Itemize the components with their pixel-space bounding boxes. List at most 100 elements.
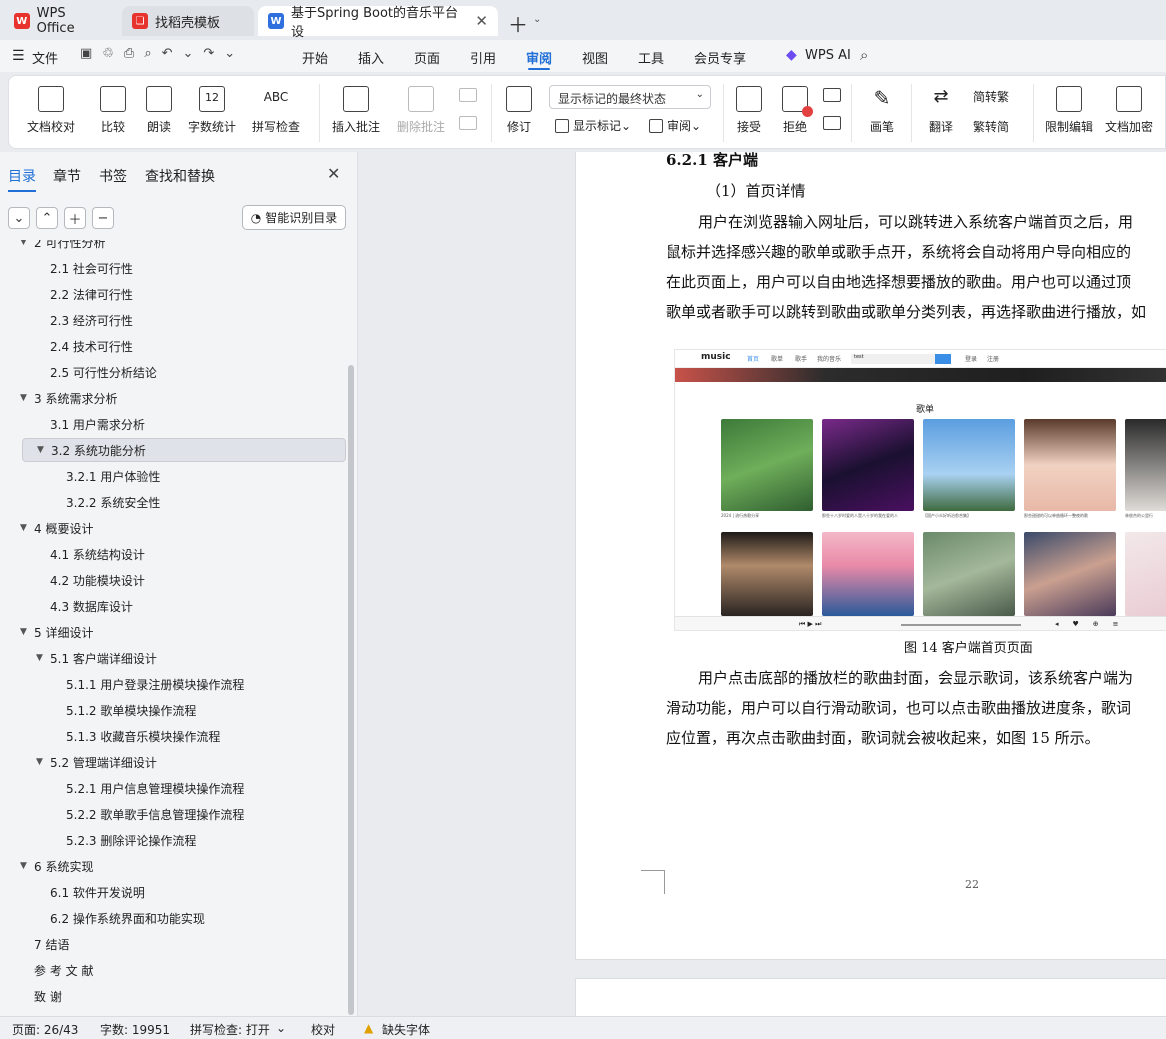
toc-item[interactable]: ▼ 5.1 客户端详细设计 xyxy=(22,646,346,670)
expand-down-button[interactable]: ⌄ xyxy=(8,207,30,229)
toc-item[interactable]: 致 谢 xyxy=(22,984,346,1008)
accept-button[interactable]: 接受 xyxy=(731,76,767,148)
toc-item[interactable]: ▼ 2 可行性分析 xyxy=(20,240,346,254)
toc-item[interactable]: ▼ 5 详细设计 xyxy=(20,620,346,644)
toc-item[interactable]: 2.5 可行性分析结论 xyxy=(22,360,346,384)
toc-item[interactable]: ▼ 4 概要设计 xyxy=(20,516,346,540)
menu-tools[interactable]: 工具 xyxy=(638,48,664,67)
spell-check-button[interactable]: ABC 拼写检查 xyxy=(247,76,305,148)
tab-wps-office[interactable]: W WPS Office xyxy=(4,6,116,36)
tab-list-chevron-icon[interactable]: ⌄ xyxy=(533,14,541,25)
insert-comment-button[interactable]: 插入批注 xyxy=(331,76,381,148)
collapse-up-button[interactable]: ⌃ xyxy=(36,207,58,229)
doc-check-button[interactable]: 文档校对 xyxy=(25,76,77,148)
toc-item[interactable]: 5.1.3 收藏音乐模块操作流程 xyxy=(22,724,346,748)
toc-item[interactable]: 5.2.2 歌单歌手信息管理操作流程 xyxy=(22,802,346,826)
add-heading-button[interactable]: ＋ xyxy=(64,207,86,229)
menu-member[interactable]: 会员专享 xyxy=(694,48,746,67)
restrict-edit-button[interactable]: 限制编辑 xyxy=(1043,76,1095,148)
expand-toggle-icon[interactable]: ▼ xyxy=(20,861,27,871)
to-simplified-button[interactable]: 繁转简 xyxy=(973,118,1009,135)
menu-view[interactable]: 视图 xyxy=(582,48,608,67)
show-markup-button[interactable]: 显示标记 ⌄ xyxy=(555,117,631,134)
menu-page[interactable]: 页面 xyxy=(414,48,440,67)
nav-tab-bookmarks[interactable]: 书签 xyxy=(99,166,127,186)
next-revision-icon[interactable] xyxy=(823,116,841,130)
menu-home[interactable]: 开始 xyxy=(302,48,328,67)
tab-templates[interactable]: ❏ 找稻壳模板 xyxy=(122,6,254,36)
remove-heading-button[interactable]: − xyxy=(92,207,114,229)
expand-toggle-icon[interactable]: ▼ xyxy=(20,393,27,403)
quick-access-icons[interactable]: ▣♲⎙⌕↶⌄↷⌄ xyxy=(80,46,245,61)
prev-comment-icon[interactable] xyxy=(459,88,477,102)
menu-reference[interactable]: 引用 xyxy=(470,48,496,67)
hamburger-icon[interactable]: ☰ xyxy=(12,48,25,64)
toc-item[interactable]: 6.1 软件开发说明 xyxy=(22,880,346,904)
toc-scrollbar[interactable] xyxy=(348,365,354,1015)
toc-item[interactable]: 5.2.3 删除评论操作流程 xyxy=(22,828,346,852)
toc-item[interactable]: 2.3 经济可行性 xyxy=(22,308,346,332)
review-pane-button[interactable]: 审阅 ⌄ xyxy=(649,117,701,134)
toc-item[interactable]: 2.2 法律可行性 xyxy=(22,282,346,306)
toc-item[interactable]: 3.2.1 用户体验性 xyxy=(22,464,346,488)
expand-toggle-icon[interactable]: ▼ xyxy=(36,653,43,663)
toc-item[interactable]: 4.1 系统结构设计 xyxy=(22,542,346,566)
menu-insert[interactable]: 插入 xyxy=(358,48,384,67)
prev-revision-icon[interactable] xyxy=(823,88,841,102)
pen-button[interactable]: ✎ 画笔 xyxy=(865,76,899,148)
toc-item[interactable]: ▼ 3.2 系统功能分析 xyxy=(22,438,346,462)
toc-item[interactable]: 3.2.2 系统安全性 xyxy=(22,490,346,514)
toc-item[interactable]: 2.1 社会可行性 xyxy=(22,256,346,280)
expand-toggle-icon[interactable]: ▼ xyxy=(20,523,27,533)
toc-item[interactable]: 6.2 操作系统界面和功能实现 xyxy=(22,906,346,930)
smart-toc-button[interactable]: ◔ 智能识别目录 xyxy=(242,205,346,230)
toc-item[interactable]: 参 考 文 献 xyxy=(22,958,346,982)
translate-button[interactable]: ⇄ 翻译 xyxy=(921,76,961,148)
word-count-status[interactable]: 字数: 19951 xyxy=(100,1021,170,1038)
chevron-down-icon[interactable]: ⌄ xyxy=(276,1021,286,1035)
toc-item[interactable]: ▼ 6 系统实现 xyxy=(20,854,346,878)
expand-toggle-icon[interactable]: ▼ xyxy=(36,757,43,767)
next-comment-icon[interactable] xyxy=(459,116,477,130)
markup-state-select[interactable]: 显示标记的最终状态 ⌄ xyxy=(549,85,711,109)
tab-document[interactable]: W 基于Spring Boot的音乐平台设 ✕ xyxy=(258,6,498,40)
compare-button[interactable]: 比较 xyxy=(91,76,135,148)
reject-button[interactable]: 拒绝 xyxy=(777,76,813,148)
missing-font-status[interactable]: 缺失字体 xyxy=(382,1021,430,1038)
toc-item[interactable]: 5.2.1 用户信息管理模块操作流程 xyxy=(22,776,346,800)
toc-item[interactable]: ▼ 3 系统需求分析 xyxy=(20,386,346,410)
close-panel-icon[interactable]: ✕ xyxy=(327,164,340,183)
menu-wps-ai[interactable]: WPS AI xyxy=(805,48,851,63)
toc-item[interactable]: 4.2 功能模块设计 xyxy=(22,568,346,592)
nav-tab-chapters[interactable]: 章节 xyxy=(53,166,81,186)
toc-item[interactable]: 3.1 用户需求分析 xyxy=(22,412,346,436)
toc-item[interactable]: 5.1.2 歌单模块操作流程 xyxy=(22,698,346,722)
menu-file[interactable]: 文件 xyxy=(32,48,58,67)
page-indicator[interactable]: 页面: 26/43 xyxy=(12,1021,78,1038)
word-count-button[interactable]: 12 字数统计 xyxy=(187,76,237,148)
toc-item[interactable]: 2.4 技术可行性 xyxy=(22,334,346,358)
next-document-page[interactable] xyxy=(575,978,1166,1016)
toc-item[interactable]: 4.3 数据库设计 xyxy=(22,594,346,618)
close-tab-icon[interactable]: ✕ xyxy=(475,12,488,30)
toc-item[interactable]: 7 结语 xyxy=(22,932,346,956)
search-icon[interactable]: ⌕ xyxy=(860,46,868,64)
spell-check-status[interactable]: 拼写检查: 打开 xyxy=(190,1021,270,1038)
nav-tab-toc[interactable]: 目录 xyxy=(8,166,36,192)
encrypt-button[interactable]: 文档加密 xyxy=(1103,76,1155,148)
toc-item[interactable]: 5.1.1 用户登录注册模块操作流程 xyxy=(22,672,346,696)
expand-toggle-icon[interactable]: ▼ xyxy=(20,627,27,637)
expand-toggle-icon[interactable]: ▼ xyxy=(20,240,27,247)
expand-toggle-icon[interactable]: ▼ xyxy=(37,445,44,455)
toc-item-label: 5.2.1 用户信息管理模块操作流程 xyxy=(66,781,245,796)
to-traditional-button[interactable]: 简转繁 xyxy=(973,88,1009,105)
delete-comment-button[interactable]: 删除批注 xyxy=(393,76,449,148)
toc-item[interactable]: ▼ 5.2 管理端详细设计 xyxy=(22,750,346,774)
new-tab-icon[interactable]: ＋ xyxy=(508,9,528,38)
menu-review[interactable]: 审阅 xyxy=(526,48,552,70)
nav-tab-find-replace[interactable]: 查找和替换 xyxy=(145,166,215,186)
revise-button[interactable]: 修订 xyxy=(501,76,537,148)
document-page[interactable]: 6.2.1 客户端 （1）首页详情 用户在浏览器输入网址后，可以跳转进入系统客户… xyxy=(575,152,1166,960)
read-aloud-button[interactable]: 朗读 xyxy=(143,76,175,148)
proof-status[interactable]: 校对 xyxy=(311,1021,335,1038)
